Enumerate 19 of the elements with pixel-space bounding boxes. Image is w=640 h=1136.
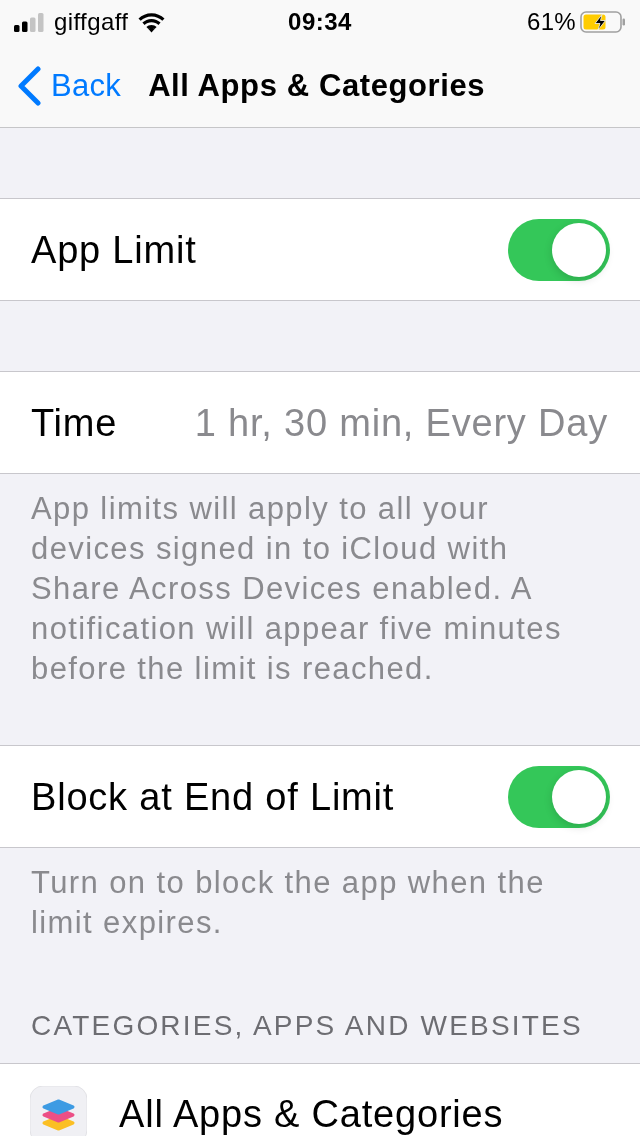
chevron-left-icon [17,65,41,106]
settings-row[interactable]: All Apps & Categories [0,1063,640,1136]
row-label: App Limit [31,230,197,269]
row-value: 1 hr, 30 min, Every Day [194,403,608,442]
section-header: CATEGORIES, APPS AND WEBSITES [30,1009,584,1043]
clock-time: 09:34 [288,10,352,34]
signal-strength-icon [14,12,45,32]
row-label: Block at End of Limit [31,777,395,816]
row-label: All Apps & Categories [119,1092,504,1133]
footer-text: Turn on to block the app when the limit expires. [30,864,546,942]
footer-text: App limits will apply to all your devices signed in to iCloud with Share Across Devices enabled. A notification will appear five minutes before the limit is reached. [30,490,563,688]
row-label: Time [31,403,118,442]
stacked-layers-icon [30,1086,87,1136]
carrier-name: giffgaff [54,10,129,34]
back-button[interactable]: Back [17,65,122,106]
wifi-icon [137,11,167,33]
page-title: All Apps & Categories [148,70,486,101]
settings-row[interactable]: Time 1 hr, 30 min, Every Day [0,371,640,474]
battery-percentage: 61% [527,10,576,34]
